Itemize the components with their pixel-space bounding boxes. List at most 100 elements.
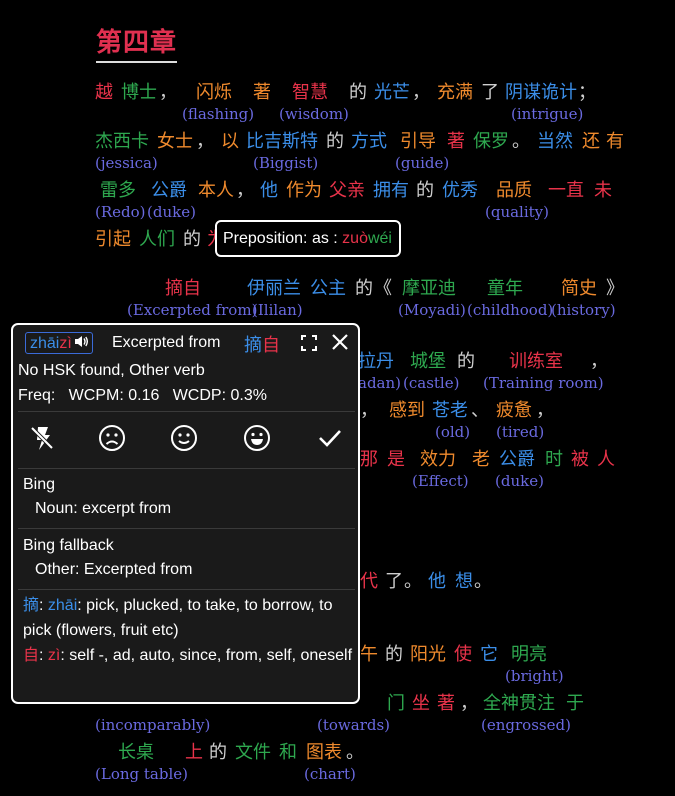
word[interactable]: 充满 [437, 78, 473, 104]
word[interactable]: 图表 [306, 738, 342, 764]
word[interactable]: 明亮 [511, 640, 547, 666]
word[interactable]: 他 [260, 176, 278, 202]
flash-off-icon[interactable] [27, 423, 57, 453]
word[interactable]: 的 [385, 640, 403, 666]
word[interactable]: 博士 [121, 78, 157, 104]
word[interactable]: 城堡 [410, 347, 446, 373]
word[interactable]: 坐 [412, 689, 430, 715]
word[interactable]: 保罗 [473, 127, 509, 153]
word[interactable]: 一直 [548, 176, 584, 202]
word[interactable]: 那 [360, 445, 378, 471]
word[interactable]: 疲惫 [496, 396, 532, 422]
word[interactable]: 上 [185, 738, 203, 764]
word[interactable]: 引导 [400, 127, 436, 153]
close-icon[interactable] [331, 333, 351, 353]
punct: ， [236, 180, 254, 201]
word[interactable]: 光芒 [374, 78, 410, 104]
smile-face-icon[interactable] [169, 423, 199, 453]
word[interactable]: 时 [545, 445, 563, 471]
word[interactable]: 文件 [235, 738, 271, 764]
word[interactable]: 的 [457, 347, 475, 373]
word[interactable]: 了 [481, 78, 499, 104]
gloss: (Excerpted from) [127, 301, 258, 319]
word[interactable]: 公主 [310, 274, 346, 300]
punct: ， [460, 693, 478, 714]
char-definition-2: 自: zì: self -, ad, auto, since, from, se… [23, 647, 353, 664]
word[interactable]: 想 [455, 567, 473, 593]
speaker-icon[interactable] [74, 333, 88, 353]
word[interactable]: 闪烁 [196, 78, 232, 104]
word[interactable]: 父亲 [329, 176, 365, 202]
word[interactable]: 训练室 [509, 347, 563, 373]
word[interactable]: 智慧 [292, 78, 328, 104]
word[interactable]: 公爵 [151, 176, 187, 202]
word[interactable]: 以 [221, 127, 239, 153]
word[interactable]: 效力 [420, 445, 456, 471]
word[interactable]: 全神贯注 [483, 689, 555, 715]
word[interactable]: 未 [594, 176, 612, 202]
word[interactable]: 是 [387, 445, 405, 471]
char-2-meaning: : self -, ad, auto, since, from, self, o… [60, 647, 353, 664]
word[interactable]: 感到 [389, 396, 425, 422]
word[interactable]: 使 [454, 640, 472, 666]
fullscreen-icon[interactable] [299, 333, 319, 353]
word[interactable]: 的 [355, 274, 373, 300]
word[interactable]: 长桌 [118, 738, 154, 764]
word[interactable]: 的 [209, 738, 227, 764]
grammar-tooltip: Preposition: as : zuòwéi [215, 220, 401, 257]
word[interactable]: 的 [326, 127, 344, 153]
word[interactable]: 人们 [139, 225, 175, 251]
word[interactable]: 公爵 [499, 445, 535, 471]
word[interactable]: 还 [582, 127, 600, 153]
word[interactable]: 比吉斯特 [246, 127, 318, 153]
pinyin-audio-button[interactable]: zhāizì [25, 332, 93, 354]
sad-face-icon[interactable] [97, 423, 127, 453]
word[interactable]: 他 [428, 567, 446, 593]
word[interactable]: 伊丽兰 [247, 274, 301, 300]
word[interactable]: 著 [437, 689, 455, 715]
word[interactable]: 午 [360, 640, 378, 666]
word[interactable]: 女士 [157, 127, 193, 153]
word[interactable]: 的 [183, 225, 201, 251]
word[interactable]: 简史 [561, 274, 597, 300]
check-icon[interactable] [315, 423, 345, 453]
word[interactable]: 摘自 [165, 274, 201, 300]
word[interactable]: 杰西卡 [95, 127, 149, 153]
word[interactable]: 代 [360, 567, 378, 593]
word[interactable]: 苍老 [432, 396, 468, 422]
grin-face-icon[interactable] [242, 423, 272, 453]
punct: ， [412, 82, 430, 103]
word[interactable]: 引起 [95, 225, 131, 251]
dictionary-popup: zhāizì Excerpted from 摘自 No HSK found, O… [11, 323, 360, 704]
word[interactable]: 阴谋诡计 [505, 78, 577, 104]
word[interactable]: 于 [566, 689, 584, 715]
word[interactable]: 童年 [487, 274, 523, 300]
word[interactable]: 优秀 [442, 176, 478, 202]
gloss: (quality) [485, 203, 550, 221]
word[interactable]: 人 [597, 445, 615, 471]
word[interactable]: 越 [95, 78, 113, 104]
word[interactable]: 当然 [537, 127, 573, 153]
word[interactable]: 被 [571, 445, 589, 471]
word[interactable]: 的 [416, 176, 434, 202]
word[interactable]: 有 [606, 127, 624, 153]
word[interactable]: 拉丹 [358, 347, 394, 373]
word[interactable]: 品质 [496, 176, 532, 202]
word[interactable]: 摩亚迪 [402, 274, 456, 300]
word[interactable]: 著 [447, 127, 465, 153]
word[interactable]: 作为 [286, 176, 322, 202]
word[interactable]: 方式 [351, 127, 387, 153]
word[interactable]: 本人 [198, 176, 234, 202]
word[interactable]: 拥有 [373, 176, 409, 202]
gloss: (history) [551, 301, 616, 319]
word[interactable]: 和 [279, 738, 297, 764]
word[interactable]: 阳光 [410, 640, 446, 666]
word[interactable]: 它 [480, 640, 498, 666]
word[interactable]: 了 [385, 567, 403, 593]
word[interactable]: 著 [253, 78, 271, 104]
word[interactable]: 老 [472, 445, 490, 471]
word[interactable]: 雷多 [100, 176, 136, 202]
word[interactable]: 的 [349, 78, 367, 104]
popup-headword[interactable]: 摘自 [244, 331, 280, 357]
word[interactable]: 门 [387, 689, 405, 715]
